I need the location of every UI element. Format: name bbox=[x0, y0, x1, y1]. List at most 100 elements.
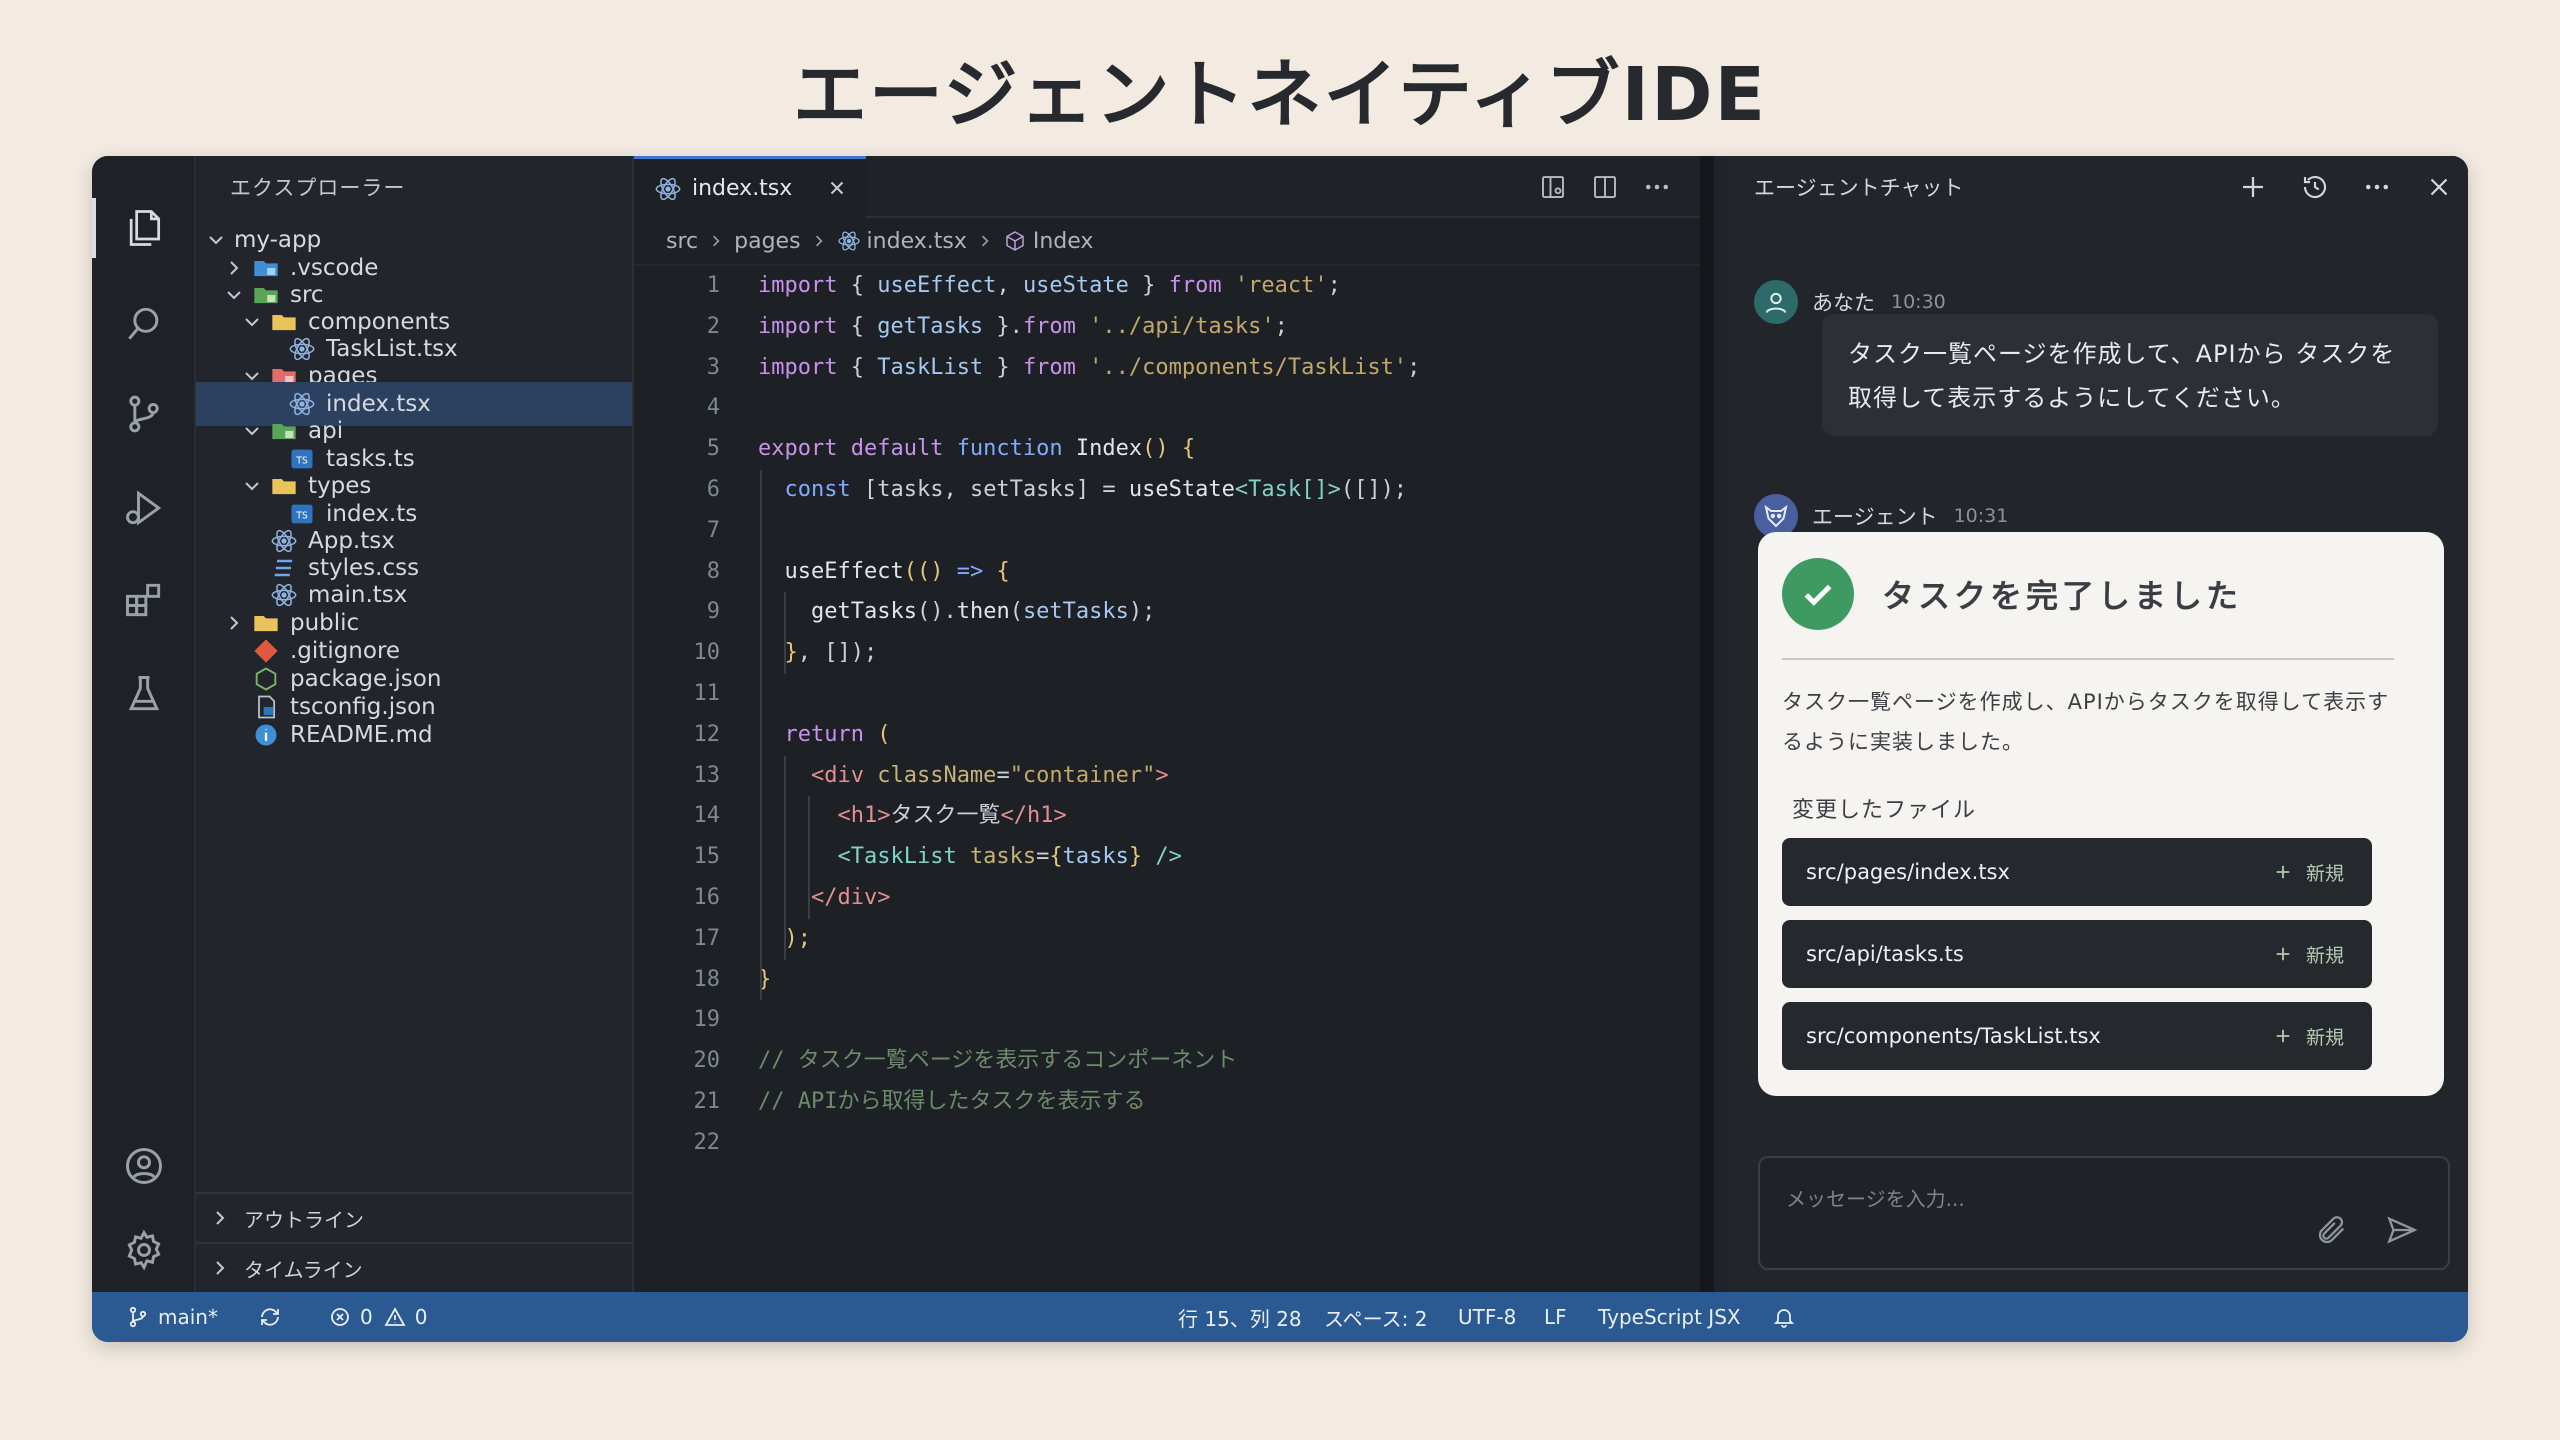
tab-label: index.tsx bbox=[692, 176, 793, 201]
code-text: return ( bbox=[758, 715, 891, 755]
branch-name: main* bbox=[158, 1305, 218, 1329]
run-debug-activity-button[interactable] bbox=[92, 468, 196, 548]
code-token: useEffect bbox=[877, 273, 997, 298]
agent-name: エージェント bbox=[1812, 505, 1938, 529]
code-token: '../components/TaskList' bbox=[1089, 354, 1408, 380]
explorer-activity-button[interactable] bbox=[92, 188, 196, 268]
accounts-activity-button[interactable] bbox=[92, 1126, 196, 1206]
symbol-method-icon bbox=[1003, 229, 1027, 253]
line-number: 5 bbox=[706, 436, 720, 462]
code-token: { bbox=[1049, 844, 1063, 870]
split-editor-icon[interactable] bbox=[1590, 172, 1620, 202]
agent-icon bbox=[1764, 504, 1788, 528]
code-line: 12 return ( bbox=[634, 715, 1700, 755]
outline-section-label: アウトライン bbox=[244, 1207, 364, 1232]
agent-time: 10:31 bbox=[1953, 505, 2009, 527]
changed-file-row[interactable]: src/pages/index.tsx 新規 bbox=[1782, 838, 2372, 906]
sync-button[interactable] bbox=[258, 1292, 290, 1342]
code-line: 9 getTasks().then(setTasks); bbox=[634, 592, 1700, 632]
attach-button[interactable] bbox=[2312, 1210, 2352, 1250]
tree-item[interactable]: README.md bbox=[196, 713, 632, 757]
code-token: }. bbox=[983, 313, 1023, 339]
breadcrumb-item[interactable]: index.tsx bbox=[867, 229, 967, 254]
cursor-position[interactable]: 行 15、列 28 bbox=[1178, 1292, 1302, 1342]
code-token: <Task[]> bbox=[1234, 477, 1341, 502]
close-icon[interactable] bbox=[2424, 172, 2454, 202]
code-token: import bbox=[758, 313, 851, 339]
code-text: getTasks().then(setTasks); bbox=[758, 592, 1155, 632]
branch-indicator[interactable]: main* bbox=[126, 1292, 218, 1342]
changed-file-row[interactable]: src/api/tasks.ts 新規 bbox=[1782, 920, 2372, 988]
notifications-button[interactable] bbox=[1772, 1292, 1804, 1342]
code-line: 1 import { useEffect, useState } from 're… bbox=[634, 266, 1700, 306]
end-of-line[interactable]: LF bbox=[1544, 1292, 1567, 1342]
settings-activity-button[interactable] bbox=[92, 1210, 196, 1290]
close-icon[interactable] bbox=[826, 177, 848, 199]
code-token: タスク一覧 bbox=[890, 803, 1001, 829]
breadcrumb-item[interactable]: src bbox=[666, 229, 698, 254]
indentation[interactable]: スペース: 2 bbox=[1324, 1292, 1427, 1342]
outline-section[interactable]: アウトライン bbox=[196, 1192, 632, 1242]
timeline-section[interactable]: タイムライン bbox=[196, 1242, 632, 1292]
code-token: // APIから取得したタスクを表示する bbox=[758, 1089, 1146, 1114]
timeline-section-label: タイムライン bbox=[244, 1257, 363, 1282]
code-token: from bbox=[1022, 313, 1090, 339]
encoding[interactable]: UTF-8 bbox=[1458, 1292, 1516, 1342]
code-token: , []); bbox=[797, 640, 878, 666]
code-token: = bbox=[996, 762, 1010, 788]
ide-window: エクスプローラー my-app .vscode src components TaskL… bbox=[92, 156, 2468, 1342]
line-number: 9 bbox=[706, 599, 720, 625]
open-preview-icon[interactable] bbox=[1538, 172, 1568, 202]
plus-icon bbox=[2276, 1029, 2290, 1043]
code-text: import { useEffect, useState } from 'rea… bbox=[758, 266, 1341, 306]
testing-activity-button[interactable] bbox=[92, 654, 196, 734]
bell-icon bbox=[1773, 1309, 1795, 1328]
code-line: 15 <TaskList tasks={tasks} /> bbox=[634, 837, 1700, 877]
send-button[interactable] bbox=[2382, 1210, 2422, 1250]
run-debug-icon bbox=[126, 490, 162, 526]
line-number: 18 bbox=[693, 966, 721, 992]
problems-indicator[interactable]: 0 0 bbox=[328, 1292, 427, 1342]
code-token: from bbox=[1168, 273, 1235, 298]
explorer-header: エクスプローラー bbox=[230, 176, 406, 200]
account-icon bbox=[126, 1148, 162, 1184]
more-icon[interactable] bbox=[1642, 172, 1672, 202]
file-path: src/pages/index.tsx bbox=[1806, 860, 2010, 884]
breadcrumb-item[interactable]: Index bbox=[1033, 229, 1094, 254]
history-icon[interactable] bbox=[2300, 172, 2330, 202]
line-number: 3 bbox=[706, 354, 720, 380]
line-number: 6 bbox=[706, 477, 720, 502]
flask-icon bbox=[128, 676, 160, 711]
code-text: import { TaskList } from '../components/… bbox=[758, 348, 1420, 388]
code-line: 14 <h1>タスク一覧</h1> bbox=[634, 796, 1700, 836]
code-text: </div> bbox=[758, 878, 890, 918]
code-line: 2 import { getTasks }.from '../api/tasks'… bbox=[634, 307, 1700, 347]
explorer-panel: エクスプローラー my-app .vscode src components TaskL… bbox=[196, 156, 634, 1292]
code-text: useEffect(() => { bbox=[758, 552, 1010, 592]
message-input[interactable] bbox=[1786, 1184, 2286, 1214]
code-line: 20 // タスク一覧ページを表示するコンポーネント bbox=[634, 1041, 1700, 1081]
plus-icon[interactable] bbox=[2238, 172, 2268, 202]
indent-guide bbox=[808, 796, 810, 919]
source-control-activity-button[interactable] bbox=[92, 374, 196, 454]
code-token: = bbox=[1036, 844, 1050, 870]
tab-index-tsx[interactable]: index.tsx bbox=[634, 156, 866, 218]
indent-guide bbox=[784, 755, 786, 960]
search-activity-button[interactable] bbox=[92, 284, 196, 364]
code-token: </div> bbox=[810, 885, 891, 910]
code-token: getTasks bbox=[877, 313, 984, 339]
breadcrumb-item[interactable]: pages bbox=[734, 229, 800, 254]
git-branch-icon bbox=[129, 395, 159, 433]
language-mode[interactable]: TypeScript JSX bbox=[1598, 1292, 1741, 1342]
code-token: { bbox=[850, 313, 878, 339]
line-number: 11 bbox=[693, 681, 721, 706]
chat-title: エージェントチャット bbox=[1754, 176, 1964, 200]
code-token: from bbox=[1022, 354, 1090, 380]
changed-file-row[interactable]: src/components/TaskList.tsx 新規 bbox=[1782, 1002, 2372, 1070]
code-text: }, []); bbox=[758, 633, 878, 673]
extensions-activity-button[interactable] bbox=[92, 560, 196, 640]
more-icon[interactable] bbox=[2362, 172, 2392, 202]
code-token: useState bbox=[1128, 477, 1235, 502]
paperclip-icon bbox=[2318, 1216, 2345, 1244]
